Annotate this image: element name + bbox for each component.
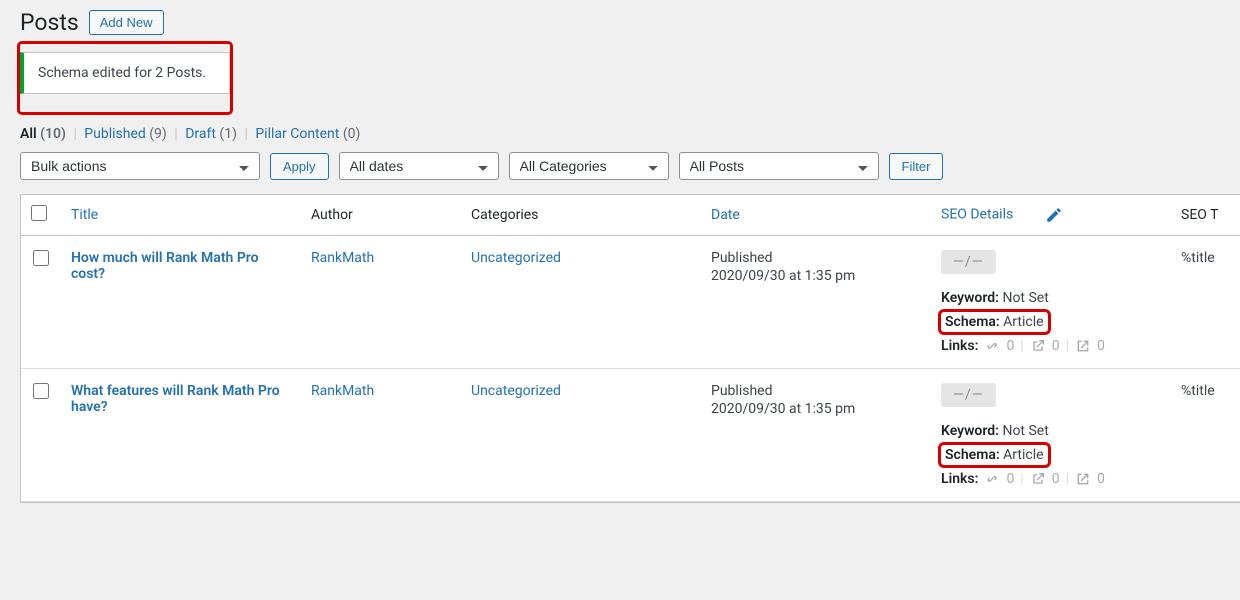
links-separator: | <box>1066 471 1069 487</box>
link-external-icon <box>1030 471 1046 487</box>
posts-table: Title Author Categories Date SEO Details… <box>20 194 1240 503</box>
links-internal-count: 0 <box>1006 338 1014 354</box>
links-external-count: 0 <box>1052 338 1060 354</box>
schema-annotation: Schema: Article <box>941 312 1048 332</box>
status-tabs: All (10) | Published (9) | Draft (1) | P… <box>20 126 1220 142</box>
tab-all-label: All <box>20 126 37 142</box>
links-incoming-count: 0 <box>1097 338 1105 354</box>
posts-filter-select[interactable]: All Posts <box>679 152 879 180</box>
links-separator: | <box>1020 471 1023 487</box>
tab-draft-label: Draft <box>185 126 216 142</box>
schema-label: Schema: <box>945 314 1000 330</box>
date-value: 2020/09/30 at 1:35 pm <box>711 401 855 417</box>
categories-filter-select[interactable]: All Categories <box>509 152 669 180</box>
seo-t-value: %title <box>1181 383 1215 399</box>
col-categories-header: Categories <box>461 195 701 236</box>
schema-label: Schema: <box>945 447 1000 463</box>
seo-score-badge: —/— <box>941 383 996 407</box>
row-checkbox[interactable] <box>33 250 49 266</box>
row-checkbox[interactable] <box>33 383 49 399</box>
links-line: Links: 0 | 0 | 0 <box>941 471 1161 487</box>
schema-value: Article <box>1003 314 1043 330</box>
tab-published-count: (9) <box>149 126 167 142</box>
tab-pillar[interactable]: Pillar Content (0) <box>255 126 360 142</box>
category-link[interactable]: Uncategorized <box>471 250 561 266</box>
table-row: How much will Rank Math Pro cost? RankMa… <box>21 236 1240 369</box>
schema-line: Schema: Article <box>941 445 1161 465</box>
seo-t-value: %title <box>1181 250 1215 266</box>
links-label: Links: <box>941 338 978 354</box>
notice-annotation: Schema edited for 2 Posts. <box>20 44 230 112</box>
author-link[interactable]: RankMath <box>311 383 374 399</box>
tab-pillar-count: (0) <box>343 126 361 142</box>
links-external-count: 0 <box>1052 471 1060 487</box>
col-seo-details-label: SEO Details <box>941 207 1013 223</box>
filter-button[interactable]: Filter <box>889 153 944 180</box>
col-author-header: Author <box>301 195 461 236</box>
keyword-value: Not Set <box>1002 290 1048 306</box>
tab-draft-count: (1) <box>219 126 237 142</box>
links-separator: | <box>1066 338 1069 354</box>
page-title: Posts <box>20 0 79 40</box>
link-internal-icon <box>984 338 1000 354</box>
seo-score-badge: —/— <box>941 250 996 274</box>
date-status: Published <box>711 383 921 399</box>
tab-draft[interactable]: Draft (1) <box>185 126 240 142</box>
tab-all-count: (10) <box>40 126 66 142</box>
col-seo-t-header: SEO T <box>1171 195 1240 236</box>
notice-success: Schema edited for 2 Posts. <box>20 52 230 94</box>
schema-line: Schema: Article <box>941 312 1161 332</box>
category-link[interactable]: Uncategorized <box>471 383 561 399</box>
pencil-icon[interactable] <box>1045 206 1063 224</box>
apply-button[interactable]: Apply <box>270 153 329 180</box>
tab-separator: | <box>174 126 177 142</box>
links-line: Links: 0 | 0 | 0 <box>941 338 1161 354</box>
post-title-link[interactable]: What features will Rank Math Pro have? <box>71 383 280 415</box>
col-date-header[interactable]: Date <box>701 195 931 236</box>
links-label: Links: <box>941 471 978 487</box>
bulk-actions-select[interactable]: Bulk actions <box>20 152 260 180</box>
tab-separator: | <box>244 126 247 142</box>
select-all-checkbox[interactable] <box>31 205 47 221</box>
keyword-label: Keyword: <box>941 423 999 439</box>
add-new-button[interactable]: Add New <box>89 10 164 35</box>
dates-filter-select[interactable]: All dates <box>339 152 499 180</box>
link-incoming-icon <box>1075 338 1091 354</box>
links-separator: | <box>1020 338 1023 354</box>
tab-separator: | <box>73 126 76 142</box>
tab-pillar-label: Pillar Content <box>255 126 339 142</box>
link-internal-icon <box>984 471 1000 487</box>
tab-published-label: Published <box>84 126 145 142</box>
schema-value: Article <box>1003 447 1043 463</box>
col-seo-details-header[interactable]: SEO Details <box>931 195 1171 236</box>
keyword-label: Keyword: <box>941 290 999 306</box>
author-link[interactable]: RankMath <box>311 250 374 266</box>
table-row: What features will Rank Math Pro have? R… <box>21 369 1240 502</box>
tab-published[interactable]: Published (9) <box>84 126 170 142</box>
keyword-value: Not Set <box>1002 423 1048 439</box>
keyword-line: Keyword: Not Set <box>941 290 1161 306</box>
links-incoming-count: 0 <box>1097 471 1105 487</box>
tab-all[interactable]: All (10) <box>20 126 69 142</box>
col-title-header[interactable]: Title <box>61 195 301 236</box>
link-incoming-icon <box>1075 471 1091 487</box>
post-title-link[interactable]: How much will Rank Math Pro cost? <box>71 250 259 282</box>
keyword-line: Keyword: Not Set <box>941 423 1161 439</box>
schema-annotation: Schema: Article <box>941 445 1048 465</box>
link-external-icon <box>1030 338 1046 354</box>
date-value: 2020/09/30 at 1:35 pm <box>711 268 855 284</box>
links-internal-count: 0 <box>1006 471 1014 487</box>
date-status: Published <box>711 250 921 266</box>
